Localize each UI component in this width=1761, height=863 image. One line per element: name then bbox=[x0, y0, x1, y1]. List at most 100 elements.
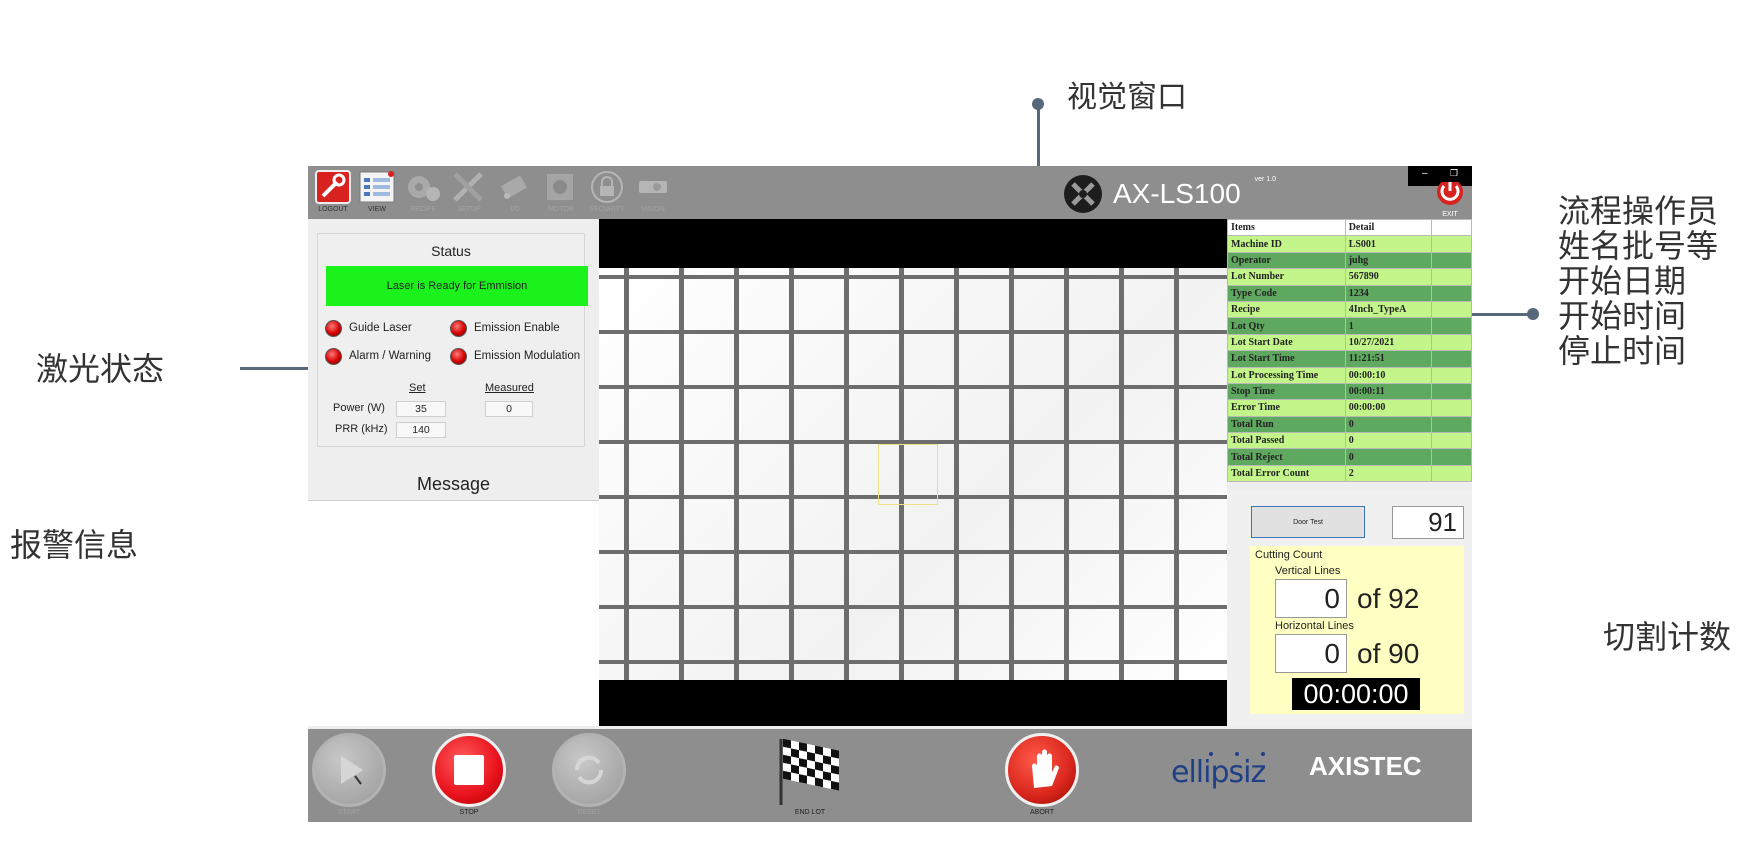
guide-laser-led-icon bbox=[325, 320, 342, 337]
table-cell-item: Machine ID bbox=[1227, 235, 1346, 253]
logout-button[interactable]: LOGOUT bbox=[312, 170, 354, 218]
table-cell-extra bbox=[1431, 464, 1472, 483]
prr-label: PRR (kHz) bbox=[335, 423, 388, 435]
exit-label: EXIT bbox=[1442, 211, 1458, 218]
end-lot-button[interactable]: END LOT bbox=[775, 733, 845, 816]
io-label: I/O bbox=[510, 206, 520, 213]
prr-set-field: 140 bbox=[396, 422, 446, 438]
setup-label: SETUP bbox=[457, 206, 481, 213]
callout-alarm-info: 报警信息 bbox=[10, 526, 139, 564]
measured-header: Measured bbox=[485, 382, 534, 394]
vision-button[interactable]: VISION bbox=[632, 170, 674, 218]
table-cell-item: Operator bbox=[1227, 251, 1346, 270]
callout-vision-window: 视觉窗口 bbox=[1067, 80, 1187, 115]
app-window: LOGOUT VIEW RECIPE SETUP I/O MOTOR SECUR… bbox=[308, 166, 1472, 822]
brand-logo-icon bbox=[1064, 175, 1102, 213]
table-cell-item: Recipe bbox=[1227, 300, 1346, 319]
security-button[interactable]: SECURITY bbox=[586, 170, 628, 218]
ellipsiz-logo: ellipsiz bbox=[1171, 749, 1301, 797]
table-row: Lot Qty 1 bbox=[1227, 317, 1472, 335]
table-cell-detail: 4Inch_TypeA bbox=[1344, 300, 1433, 319]
message-title: Message bbox=[416, 474, 491, 494]
start-label: START bbox=[337, 809, 361, 816]
horizontal-lines-total: of 90 bbox=[1357, 638, 1420, 669]
table-cell-detail: 00:00:00 bbox=[1344, 399, 1433, 417]
table-row: Total Passed 0 bbox=[1227, 432, 1472, 450]
callout-operator-line: 流程操作员 bbox=[1558, 192, 1719, 230]
reset-button[interactable]: RESET bbox=[552, 733, 626, 816]
table-cell-detail: 10/27/2021 bbox=[1344, 333, 1433, 352]
vertical-lines-total: of 92 bbox=[1357, 583, 1420, 614]
bottom-toolbar: START STOP RESET END LOT ABORT ellipsiz … bbox=[308, 729, 1472, 822]
stop-label: STOP bbox=[459, 809, 479, 816]
table-cell-detail: 11:21:51 bbox=[1344, 350, 1433, 368]
recipe-button[interactable]: RECIPE bbox=[402, 170, 444, 218]
cutting-count-title: Cutting Count bbox=[1255, 549, 1323, 561]
checkered-flag-icon bbox=[775, 733, 845, 807]
table-header-extra bbox=[1431, 218, 1472, 237]
restore-button[interactable]: ❐ bbox=[1450, 168, 1458, 179]
table-cell-extra bbox=[1431, 317, 1472, 335]
guide-laser-label: Guide Laser bbox=[349, 322, 412, 334]
power-set-field: 35 bbox=[396, 401, 446, 417]
table-cell-detail: 00:00:11 bbox=[1344, 382, 1433, 401]
table-cell-extra bbox=[1431, 382, 1472, 401]
view-button[interactable]: VIEW bbox=[356, 170, 398, 218]
stop-square-icon bbox=[432, 733, 506, 807]
setup-button[interactable]: SETUP bbox=[448, 170, 490, 218]
callout-operator-line: 开始时间 bbox=[1558, 297, 1687, 335]
table-cell-item: Error Time bbox=[1227, 399, 1346, 417]
callout-laser-status: 激光状态 bbox=[36, 350, 165, 388]
table-cell-extra bbox=[1431, 399, 1472, 417]
table-cell-detail: LS001 bbox=[1344, 235, 1433, 253]
table-cell-detail: 1 bbox=[1344, 317, 1433, 335]
vision-window[interactable] bbox=[599, 219, 1227, 726]
table-cell-detail: 00:00:10 bbox=[1344, 366, 1433, 384]
table-cell-item: Type Code bbox=[1227, 284, 1346, 302]
table-cell-extra bbox=[1431, 432, 1472, 450]
table-cell-item: Lot Start Date bbox=[1227, 333, 1346, 352]
brand-version: ver 1.0 bbox=[1254, 176, 1277, 183]
table-row: Type Code 1234 bbox=[1227, 284, 1472, 302]
io-button[interactable]: I/O bbox=[494, 170, 536, 218]
table-cell-extra bbox=[1431, 350, 1472, 368]
logout-label: LOGOUT bbox=[318, 206, 348, 213]
alarm-warning-label: Alarm / Warning bbox=[349, 350, 432, 362]
table-cell-extra bbox=[1431, 284, 1472, 302]
io-connector-icon bbox=[497, 170, 533, 204]
laser-ready-banner: Laser is Ready for Emmision bbox=[326, 266, 588, 306]
slide: 视觉窗口 流程操作员 姓名批号等 开始日期 开始时间 停止时间 激光状态 报警信… bbox=[0, 0, 1761, 863]
table-row: Machine ID LS001 bbox=[1227, 235, 1472, 253]
callout-operator-line: 开始日期 bbox=[1558, 262, 1687, 300]
table-cell-item: Lot Start Time bbox=[1227, 350, 1346, 368]
door-test-button[interactable]: Door Test bbox=[1251, 506, 1365, 538]
start-button[interactable]: START bbox=[312, 733, 386, 816]
table-row: Lot Start Time 11:21:51 bbox=[1227, 350, 1472, 368]
reset-label: RESET bbox=[577, 809, 601, 816]
status-title: Status bbox=[431, 243, 471, 259]
door-test-count: 91 bbox=[1392, 506, 1464, 539]
callout-cut-count: 切割计数 bbox=[1603, 618, 1732, 656]
cutting-count-panel: Cutting Count Vertical Lines 0 of 92 Hor… bbox=[1250, 546, 1464, 714]
table-row: Operator juhg bbox=[1227, 251, 1472, 270]
emission-modulation-led-icon bbox=[450, 348, 467, 365]
axistec-logo: AXISTEC bbox=[1309, 751, 1422, 781]
minimize-button[interactable]: – bbox=[1422, 168, 1428, 179]
exit-button[interactable]: EXIT bbox=[1428, 179, 1472, 218]
table-cell-extra bbox=[1431, 251, 1472, 270]
table-cell-extra bbox=[1431, 415, 1472, 434]
power-icon bbox=[1437, 179, 1463, 205]
security-label: SECURITY bbox=[589, 206, 625, 213]
table-cell-item: Lot Number bbox=[1227, 268, 1346, 286]
table-cell-extra bbox=[1431, 235, 1472, 253]
emission-modulation-label: Emission Modulation bbox=[474, 350, 581, 362]
table-cell-detail: 0 bbox=[1344, 415, 1433, 434]
abort-button[interactable]: ABORT bbox=[1005, 733, 1079, 816]
motor-button[interactable]: MOTOR bbox=[540, 170, 582, 218]
vision-roi-box[interactable] bbox=[878, 444, 938, 505]
horizontal-lines-label: Horizontal Lines bbox=[1275, 620, 1354, 632]
table-cell-extra bbox=[1431, 448, 1472, 466]
stop-button[interactable]: STOP bbox=[432, 733, 506, 816]
recipe-label: RECIPE bbox=[409, 206, 437, 213]
abort-label: ABORT bbox=[1030, 809, 1054, 816]
